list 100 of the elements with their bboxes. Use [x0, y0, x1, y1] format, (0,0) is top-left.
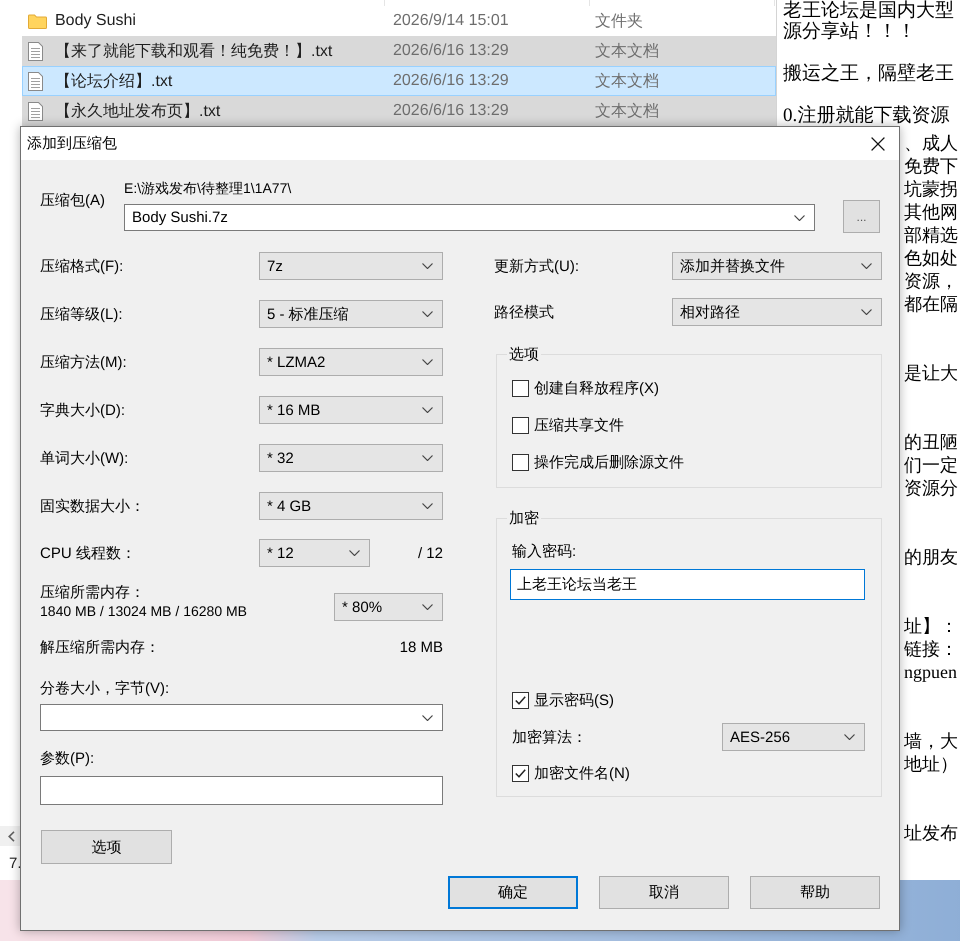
file-row[interactable]: Body Sushi 2026/9/14 15:01 文件夹: [22, 6, 776, 36]
chevron-down-icon: [422, 263, 433, 269]
password-field[interactable]: 上老王论坛当老王: [510, 569, 865, 600]
text-line: 老王论坛是国内大型: [783, 0, 954, 21]
method-dropdown[interactable]: * LZMA2: [259, 348, 443, 376]
field-label: 压缩包(A): [40, 191, 106, 210]
folder-path-text: E:\游戏发布\待整理1\1A77\: [124, 180, 292, 196]
chevron-down-icon: [861, 263, 872, 269]
path-mode-dropdown[interactable]: 相对路径: [672, 298, 882, 326]
field-label: 固实数据大小：: [40, 496, 145, 516]
checkbox[interactable]: [512, 416, 529, 434]
field-label: 解压缩所需内存：: [40, 638, 160, 657]
cancel-button[interactable]: 取消: [599, 876, 729, 909]
dictionary-size-dropdown[interactable]: * 16 MB: [259, 396, 443, 424]
text-line: 墙，大: [904, 730, 958, 753]
chevron-down-icon: [422, 604, 433, 610]
file-type: 文本文档: [595, 72, 660, 92]
checkbox-label: 操作完成后删除源文件: [534, 452, 684, 472]
memory-limit-dropdown[interactable]: * 80%: [334, 593, 443, 621]
checkbox[interactable]: [512, 380, 529, 396]
text-line: 都在隔: [904, 293, 958, 316]
group-title: 选项: [508, 345, 540, 364]
text-line: 免费下: [904, 155, 958, 178]
parameters-field[interactable]: [40, 776, 443, 805]
thread-count-dropdown[interactable]: * 12: [259, 539, 370, 567]
file-name: 【论坛介绍】.txt: [55, 72, 174, 92]
text-line: 的朋友: [904, 546, 958, 569]
field-label: 加密算法：: [512, 728, 587, 746]
file-type: 文本文档: [595, 42, 660, 62]
format-dropdown[interactable]: 7z: [259, 252, 443, 280]
text-line: 色如处: [904, 247, 958, 270]
text-line: 、成人: [904, 132, 958, 155]
file-name: 【来了就能下载和观看！纯免费！】.txt: [55, 42, 334, 62]
file-date: 2026/9/14 15:01: [393, 12, 510, 30]
field-label: 压缩所需内存：: [40, 583, 146, 602]
file-date: 2026/6/16 13:29: [393, 42, 510, 60]
chevron-down-icon: [422, 311, 433, 317]
folder-icon: [28, 14, 47, 28]
solid-block-size-dropdown[interactable]: * 4 GB: [259, 492, 443, 520]
file-date: 2026/6/16 13:29: [393, 72, 510, 90]
checkbox[interactable]: [512, 764, 529, 782]
checkmark-icon: [515, 696, 526, 704]
field-label: CPU 线程数：: [40, 544, 137, 562]
field-label: 单词大小(W):: [40, 448, 128, 468]
text-line: 址发布: [904, 822, 958, 845]
word-size-dropdown[interactable]: * 32: [259, 444, 443, 472]
text-document-icon: [28, 102, 43, 120]
file-date: 2026/6/16 13:29: [393, 102, 510, 120]
file-name: Body Sushi: [55, 12, 137, 30]
text-line: 部精选: [904, 224, 958, 247]
chevron-down-icon: [422, 455, 433, 461]
group-title: 加密: [508, 509, 540, 528]
text-line: 其他网: [904, 201, 958, 224]
encryption-method-dropdown[interactable]: AES-256: [722, 723, 865, 751]
archive-name-combo-box[interactable]: Body Sushi.7z: [124, 204, 815, 231]
text-document-icon: [28, 42, 43, 60]
ok-button[interactable]: 确定: [448, 876, 578, 909]
chevron-down-icon: [861, 309, 872, 315]
status-bar-text: 7.: [9, 854, 22, 872]
checkbox[interactable]: [512, 454, 529, 470]
file-row[interactable]: 【永久地址发布页】.txt 2026/6/16 13:29 文本文档: [22, 96, 776, 126]
file-type: 文本文档: [595, 102, 660, 122]
memory-usage-text: 1840 MB / 13024 MB / 16280 MB: [40, 602, 248, 621]
text-line: 源分享站！！！: [783, 21, 916, 42]
close-icon: [871, 136, 885, 150]
checkbox-label: 显示密码(S): [534, 690, 614, 710]
field-label: 压缩方法(M):: [40, 352, 127, 372]
text-line: 搬运之王，隔壁老王: [783, 63, 954, 84]
checkbox[interactable]: [512, 692, 529, 708]
help-button[interactable]: 帮助: [750, 876, 880, 909]
browse-button[interactable]: ...: [843, 200, 880, 233]
file-name: 【永久地址发布页】.txt: [55, 102, 222, 122]
checkbox-label: 压缩共享文件: [534, 416, 624, 434]
checkmark-icon: [515, 768, 526, 778]
options-button[interactable]: 选项: [41, 830, 172, 864]
update-mode-dropdown[interactable]: 添加并替换文件: [672, 252, 882, 280]
file-row[interactable]: 【来了就能下载和观看！纯免费！】.txt 2026/6/16 13:29 文本文档: [22, 36, 776, 66]
text-line: 的丑陋: [904, 431, 958, 454]
level-dropdown[interactable]: 5 - 标准压缩: [259, 300, 443, 328]
text-line: 链接：: [904, 638, 958, 661]
chevron-down-icon: [422, 714, 433, 720]
text-line: 资源分: [904, 477, 958, 500]
text-line: ngpuen: [904, 661, 957, 684]
field-label: 更新方式(U):: [494, 256, 579, 276]
text-line: 坑蒙拐: [904, 178, 958, 201]
chevron-down-icon: [422, 407, 433, 413]
checkbox-label: 加密文件名(N): [534, 764, 630, 782]
chevron-down-icon: [794, 214, 805, 220]
field-label: 字典大小(D):: [40, 400, 125, 420]
volume-size-combo-box[interactable]: [40, 704, 443, 731]
memory-value-text: 18 MB: [400, 638, 443, 657]
field-label: 压缩格式(F):: [40, 256, 124, 276]
chevron-down-icon: [844, 734, 855, 740]
field-label: 分卷大小，字节(V):: [40, 679, 170, 698]
file-row[interactable]: 【论坛介绍】.txt 2026/6/16 13:29 文本文档: [22, 66, 776, 96]
thread-total-text: / 12: [418, 544, 443, 562]
file-type: 文件夹: [595, 12, 644, 32]
text-line: 0.注册就能下载资源: [783, 105, 950, 126]
field-label: 参数(P):: [40, 749, 96, 768]
chevron-down-icon: [422, 359, 433, 365]
